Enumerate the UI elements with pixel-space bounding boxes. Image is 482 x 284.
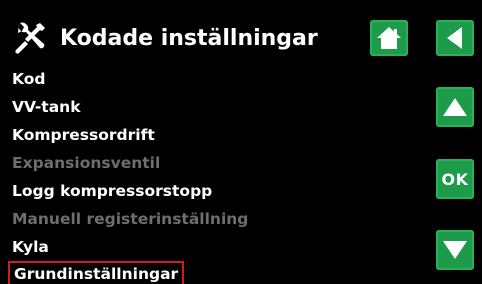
back-arrow-icon xyxy=(444,26,466,50)
page-title: Kodade inställningar xyxy=(60,26,318,51)
header: Kodade inställningar xyxy=(0,0,482,64)
menu-item-expansionsventil: Expansionsventil xyxy=(12,154,161,172)
menu-item-kyla[interactable]: Kyla xyxy=(12,233,248,261)
home-icon xyxy=(376,26,402,50)
back-button[interactable] xyxy=(436,20,474,56)
menu-item-vv-tank[interactable]: VV-tank xyxy=(12,93,248,121)
ok-button-label: OK xyxy=(441,169,469,189)
up-arrow-icon xyxy=(442,96,468,118)
menu-item-manuell-registerinstallning: Manuell registerinställning xyxy=(12,210,249,228)
ok-button[interactable]: OK xyxy=(436,159,474,199)
menu-item-kod[interactable]: Kod xyxy=(12,65,248,93)
scroll-down-button[interactable] xyxy=(436,230,474,270)
tools-icon xyxy=(12,20,48,56)
settings-menu: Kod VV-tank Kompressordrift Expansionsve… xyxy=(8,65,249,284)
down-arrow-icon xyxy=(442,239,468,261)
menu-item-grundinstallningar[interactable]: Grundinställningar xyxy=(8,261,185,284)
home-button[interactable] xyxy=(370,20,408,56)
scroll-up-button[interactable] xyxy=(436,87,474,127)
menu-item-logg-kompressorstopp[interactable]: Logg kompressorstopp xyxy=(12,177,248,205)
menu-item-kompressordrift[interactable]: Kompressordrift xyxy=(12,121,248,149)
